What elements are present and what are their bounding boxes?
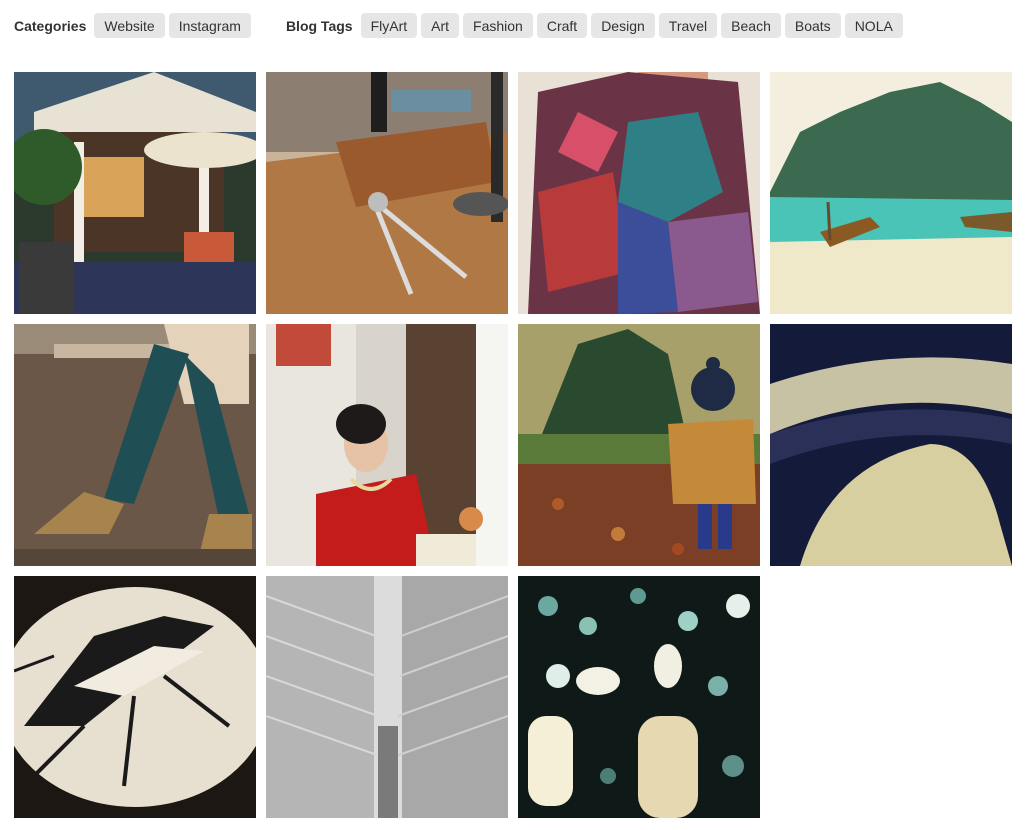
category-chip-website[interactable]: Website [94, 13, 165, 38]
porch-photo [14, 72, 256, 314]
tag-chip-boats[interactable]: Boats [784, 13, 841, 38]
photo-tile-porch[interactable] [14, 72, 256, 314]
photo-tile-abstract-curve[interactable] [770, 324, 1012, 566]
craft-desk-photo [266, 72, 508, 314]
blanket-wrap-photo [518, 72, 760, 314]
photo-tile-beach-boats[interactable] [770, 72, 1012, 314]
walking-legs-photo [14, 324, 256, 566]
photo-tile-woman-red[interactable] [266, 324, 508, 566]
photo-tile-bottle-lights[interactable] [518, 576, 760, 818]
abstract-curve-photo [770, 324, 1012, 566]
photo-tile-blanket-wrap[interactable] [518, 72, 760, 314]
beach-boats-photo [770, 72, 1012, 314]
architecture-photo [266, 576, 508, 818]
bottle-lights-photo [518, 576, 760, 818]
photo-tile-architecture[interactable] [266, 576, 508, 818]
moth-plate-photo [14, 576, 256, 818]
tag-chip-flyart[interactable]: FlyArt [360, 13, 418, 38]
tag-chip-nola[interactable]: NOLA [844, 13, 903, 38]
photo-tile-walking-legs[interactable] [14, 324, 256, 566]
tag-chip-art[interactable]: Art [421, 13, 460, 38]
photo-tile-moth-plate[interactable] [14, 576, 256, 818]
photo-tile-craft-desk[interactable] [266, 72, 508, 314]
tag-chip-design[interactable]: Design [591, 13, 655, 38]
tag-chip-craft[interactable]: Craft [536, 13, 588, 38]
tag-chip-fashion[interactable]: Fashion [463, 13, 533, 38]
child-leaves-photo [518, 324, 760, 566]
category-chip-instagram[interactable]: Instagram [168, 13, 251, 38]
photo-tile-child-leaves[interactable] [518, 324, 760, 566]
tag-chip-beach[interactable]: Beach [721, 13, 781, 38]
filter-bar: Categories Website Instagram Blog Tags F… [14, 13, 907, 38]
blog-tags-label: Blog Tags [285, 17, 353, 34]
photo-grid [14, 72, 1012, 818]
tag-chip-travel[interactable]: Travel [658, 13, 718, 38]
woman-red-photo [266, 324, 508, 566]
categories-label: Categories [14, 17, 87, 34]
